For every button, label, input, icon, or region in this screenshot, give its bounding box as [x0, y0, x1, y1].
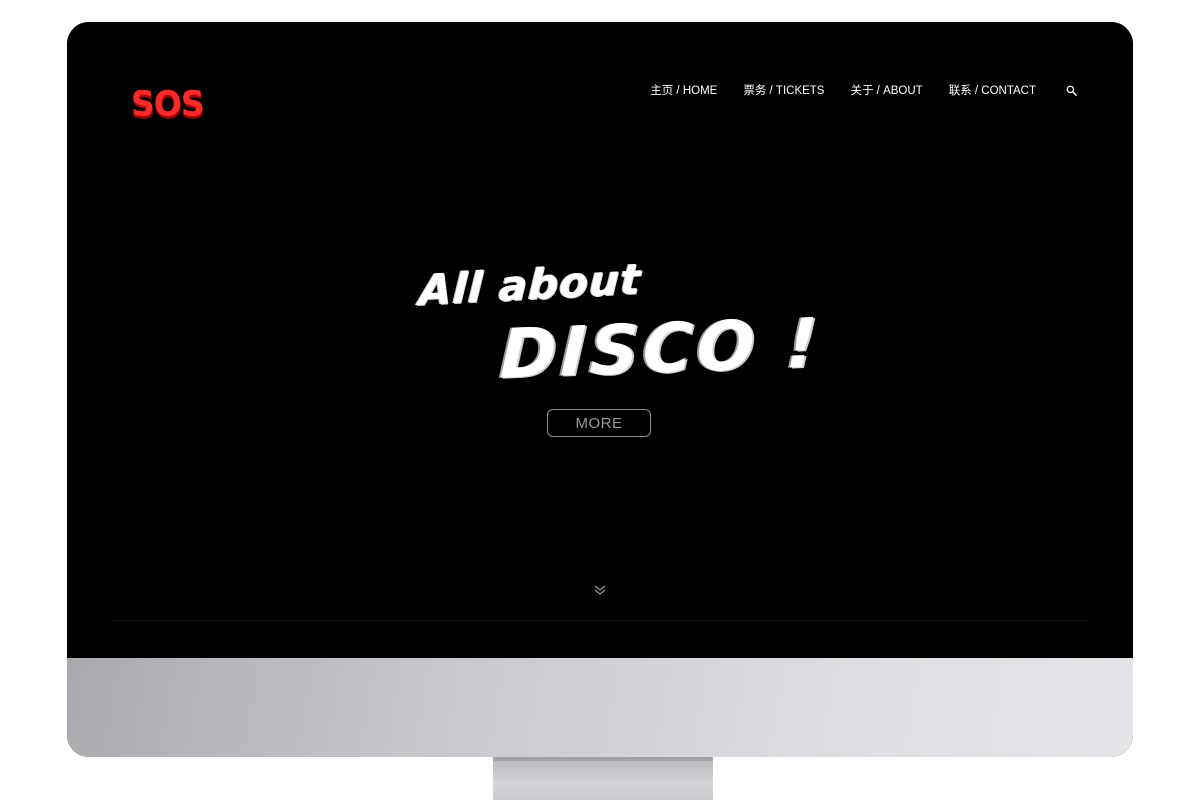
- nav-home[interactable]: 主页 / HOME: [650, 82, 717, 98]
- nav-about[interactable]: 关于 / ABOUT: [850, 82, 922, 98]
- site-logo[interactable]: SOS: [131, 83, 205, 124]
- nav-contact[interactable]: 联系 / CONTACT: [949, 82, 1036, 98]
- hero-heading-line2: DISCO !: [498, 304, 823, 395]
- monitor-frame: SOS 主页 / HOME 票务 / TICKETS 关于 / ABOUT 联系…: [67, 22, 1133, 757]
- section-divider: [107, 620, 1093, 621]
- monitor-stand: [493, 757, 713, 800]
- main-nav: 主页 / HOME 票务 / TICKETS 关于 / ABOUT 联系 / C…: [650, 82, 1078, 98]
- monitor-stand-shadow: [493, 757, 713, 761]
- chevron-double-down-icon[interactable]: [593, 583, 607, 597]
- search-icon[interactable]: [1064, 83, 1078, 97]
- hero-heading-line1: All about: [417, 254, 643, 315]
- monitor-chin: [67, 658, 1133, 757]
- nav-tickets[interactable]: 票务 / TICKETS: [743, 82, 824, 98]
- website-screen: SOS 主页 / HOME 票务 / TICKETS 关于 / ABOUT 联系…: [67, 22, 1133, 658]
- more-button[interactable]: MORE: [547, 409, 651, 437]
